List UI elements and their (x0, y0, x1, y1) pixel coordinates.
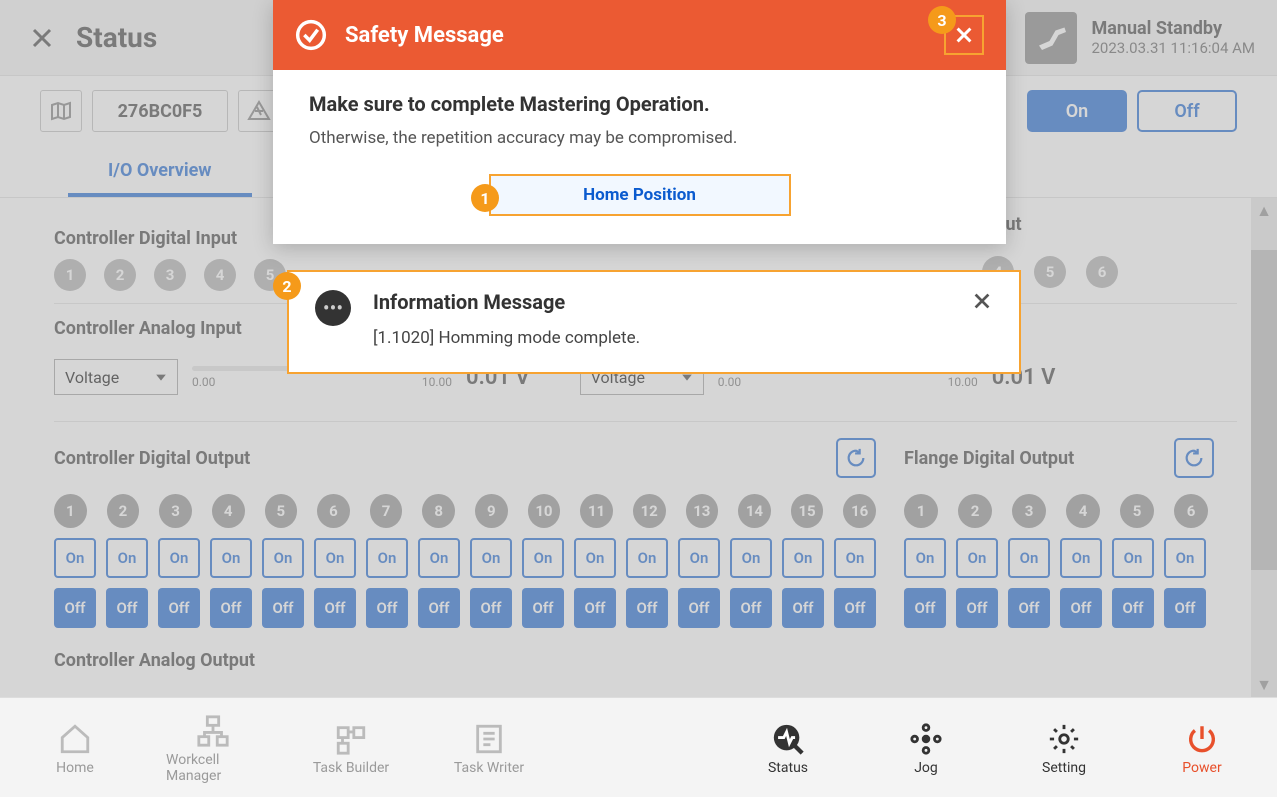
callout-2: 2 (273, 272, 301, 300)
safety-paragraph: Otherwise, the repetition accuracy may b… (309, 128, 970, 148)
nav-taskbuilder[interactable]: Task Builder (304, 720, 398, 776)
workcell-icon (194, 712, 232, 750)
callout-3: 3 (928, 6, 956, 34)
check-circle-icon (295, 19, 327, 51)
nav-setting[interactable]: Setting (1017, 720, 1111, 776)
nav-power[interactable]: Power (1155, 720, 1249, 776)
toast-close-button[interactable] (971, 290, 993, 354)
safety-heading: Make sure to complete Mastering Operatio… (309, 92, 970, 116)
taskwriter-icon (470, 720, 508, 758)
status-icon (769, 720, 807, 758)
power-icon (1183, 720, 1221, 758)
toast-body: [1.1020] Homming mode complete. (373, 328, 640, 348)
taskbuilder-icon (332, 720, 370, 758)
ellipsis-icon: ••• (315, 290, 351, 326)
nav-home[interactable]: Home (28, 720, 122, 776)
nav-workcell[interactable]: Workcell Manager (166, 712, 260, 784)
safety-title: Safety Message (345, 23, 504, 48)
gear-icon (1045, 720, 1083, 758)
jog-icon (907, 720, 945, 758)
nav-taskwriter[interactable]: Task Writer (442, 720, 536, 776)
bottom-nav: Home Workcell Manager Task Builder Task … (0, 697, 1277, 797)
nav-jog[interactable]: Jog (879, 720, 973, 776)
nav-status[interactable]: Status (741, 720, 835, 776)
home-icon (56, 720, 94, 758)
safety-dialog: Safety Message Make sure to complete Mas… (273, 0, 1006, 244)
home-position-button[interactable]: Home Position (489, 174, 791, 216)
callout-1: 1 (471, 184, 499, 212)
info-toast: ••• Information Message [1.1020] Homming… (287, 270, 1021, 374)
toast-title: Information Message (373, 290, 640, 314)
